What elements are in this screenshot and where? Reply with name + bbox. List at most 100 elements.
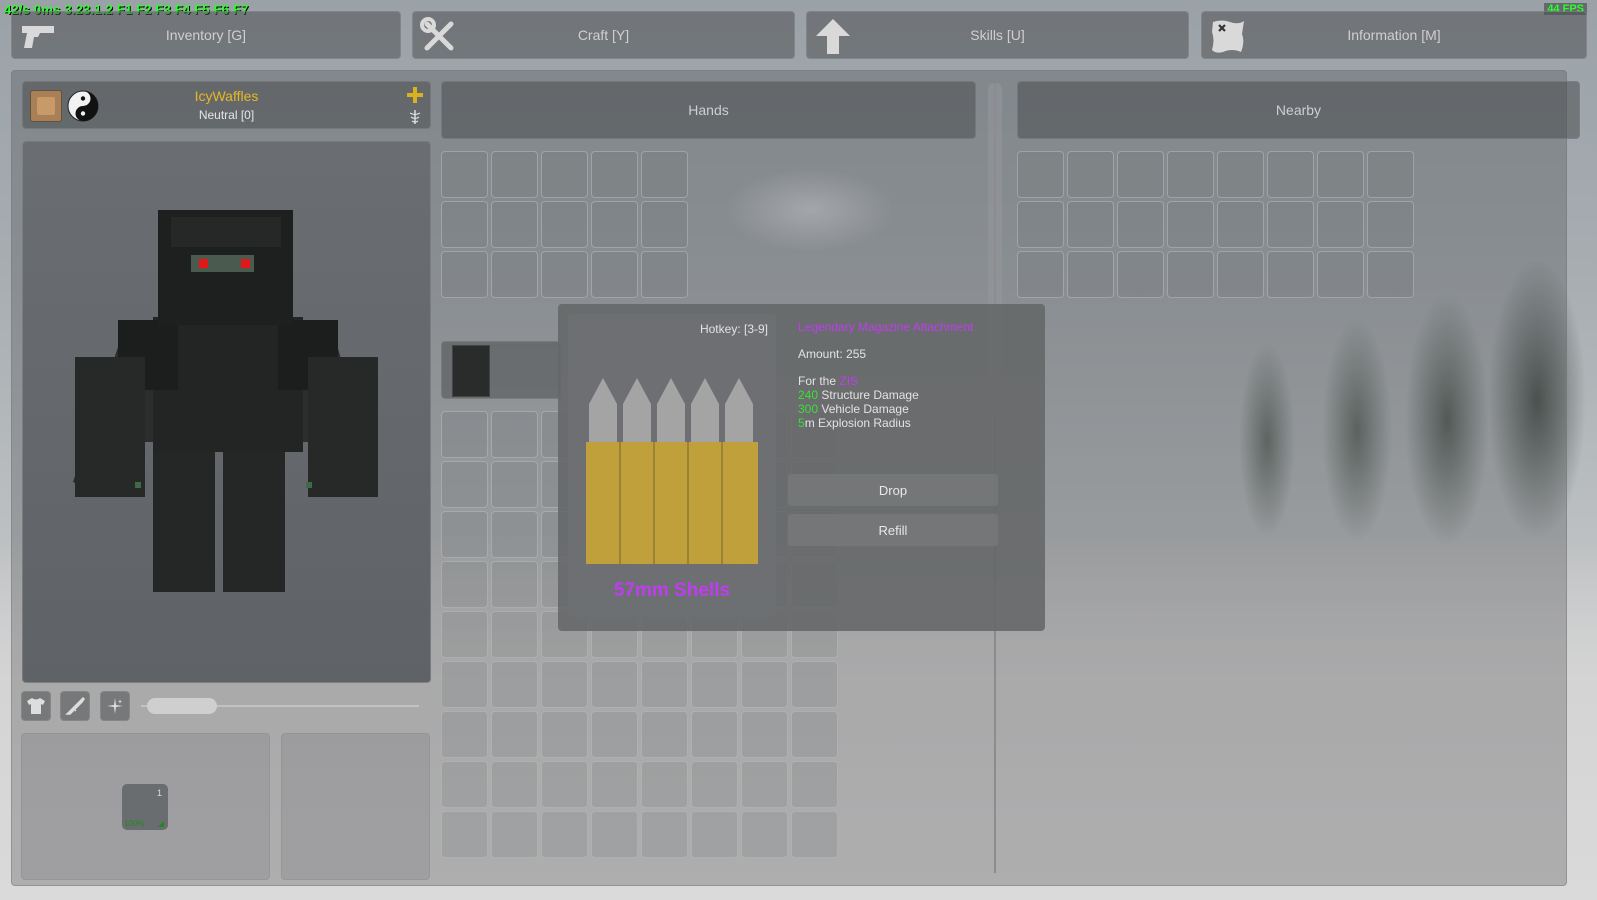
character-preview[interactable] — [22, 141, 431, 683]
backpack-slot[interactable] — [791, 711, 838, 758]
backpack-slot[interactable] — [791, 661, 838, 708]
nearby-slot[interactable] — [1117, 201, 1164, 248]
hands-slot[interactable] — [441, 251, 488, 298]
backpack-slot[interactable] — [591, 711, 638, 758]
hands-slot[interactable] — [591, 151, 638, 198]
hands-slot[interactable] — [541, 151, 588, 198]
skin-view-button[interactable] — [100, 691, 130, 721]
inventory-tab-label: Inventory [G] — [165, 27, 247, 43]
nearby-slot[interactable] — [1367, 151, 1414, 198]
backpack-slot[interactable] — [591, 661, 638, 708]
backpack-slot[interactable] — [691, 711, 738, 758]
shells-icon — [586, 378, 758, 564]
backpack-slot[interactable] — [441, 761, 488, 808]
hands-slot[interactable] — [641, 251, 688, 298]
backpack-slot[interactable] — [491, 761, 538, 808]
clothing-view-button[interactable] — [21, 691, 51, 721]
hands-slot[interactable] — [541, 201, 588, 248]
backpack-slot[interactable] — [441, 711, 488, 758]
inventory-tab-button[interactable]: Inventory [G] — [11, 11, 401, 59]
backpack-slot[interactable] — [441, 811, 488, 858]
nearby-slot[interactable] — [1367, 251, 1414, 298]
information-tab-button[interactable]: Information [M] — [1201, 11, 1587, 59]
backpack-slot[interactable] — [541, 811, 588, 858]
nearby-slot[interactable] — [1117, 251, 1164, 298]
nearby-slot[interactable] — [1167, 151, 1214, 198]
backpack-slot[interactable] — [741, 761, 788, 808]
backpack-slot[interactable] — [541, 711, 588, 758]
backpack-slot[interactable] — [541, 761, 588, 808]
nearby-slot[interactable] — [1217, 201, 1264, 248]
backpack-slot[interactable] — [691, 811, 738, 858]
backpack-slot[interactable] — [641, 711, 688, 758]
zoom-slider-thumb[interactable] — [147, 698, 218, 714]
backpack-slot[interactable] — [641, 811, 688, 858]
nearby-slot[interactable] — [1367, 201, 1414, 248]
equipped-item-slot[interactable]: 1 100% ◢ — [122, 784, 168, 830]
backpack-slot[interactable] — [591, 761, 638, 808]
hands-slot[interactable] — [641, 201, 688, 248]
craft-tab-button[interactable]: Craft [Y] — [412, 11, 795, 59]
backpack-slot[interactable] — [691, 761, 738, 808]
backpack-slot[interactable] — [441, 611, 488, 658]
backpack-slot[interactable] — [691, 661, 738, 708]
nearby-slot[interactable] — [1317, 151, 1364, 198]
hands-slot[interactable] — [491, 201, 538, 248]
nearby-slot[interactable] — [1267, 151, 1314, 198]
backpack-slot[interactable] — [491, 561, 538, 608]
player-header: IcyWaffles Neutral [0] — [22, 81, 431, 129]
backpack-slot[interactable] — [791, 811, 838, 858]
hands-slot[interactable] — [491, 151, 538, 198]
nearby-slot[interactable] — [1167, 251, 1214, 298]
backpack-slot[interactable] — [741, 811, 788, 858]
hands-slot[interactable] — [441, 151, 488, 198]
nearby-slot[interactable] — [1267, 201, 1314, 248]
backpack-slot[interactable] — [441, 511, 488, 558]
nearby-slot[interactable] — [1017, 251, 1064, 298]
backpack-slot[interactable] — [441, 561, 488, 608]
nearby-slot[interactable] — [1217, 151, 1264, 198]
backpack-slot[interactable] — [791, 761, 838, 808]
hands-slot[interactable] — [541, 251, 588, 298]
skills-tab-button[interactable]: Skills [U] — [806, 11, 1189, 59]
nearby-slot[interactable] — [1217, 251, 1264, 298]
plus-icon[interactable] — [406, 86, 424, 104]
refill-button[interactable]: Refill — [788, 514, 998, 546]
nearby-slot[interactable] — [1067, 151, 1114, 198]
backpack-slot[interactable] — [591, 811, 638, 858]
backpack-slot[interactable] — [491, 711, 538, 758]
backpack-slot[interactable] — [541, 661, 588, 708]
nearby-slot[interactable] — [1067, 201, 1114, 248]
backpack-slot[interactable] — [491, 661, 538, 708]
backpack-icon[interactable] — [452, 345, 490, 397]
nearby-slot[interactable] — [1067, 251, 1114, 298]
backpack-slot[interactable] — [491, 511, 538, 558]
backpack-slot[interactable] — [741, 711, 788, 758]
backpack-slot[interactable] — [741, 661, 788, 708]
hands-slot[interactable] — [591, 251, 638, 298]
backpack-slot[interactable] — [491, 411, 538, 458]
nearby-slot[interactable] — [1017, 201, 1064, 248]
backpack-slot[interactable] — [441, 661, 488, 708]
weapon-view-button[interactable] — [60, 691, 90, 721]
drop-button[interactable]: Drop — [788, 474, 998, 506]
hands-slot[interactable] — [641, 151, 688, 198]
backpack-slot[interactable] — [641, 761, 688, 808]
backpack-slot[interactable] — [491, 611, 538, 658]
hands-slot[interactable] — [491, 251, 538, 298]
backpack-slot[interactable] — [641, 661, 688, 708]
backpack-slot[interactable] — [441, 461, 488, 508]
hands-slot[interactable] — [591, 201, 638, 248]
nearby-slot[interactable] — [1117, 151, 1164, 198]
nearby-slot[interactable] — [1167, 201, 1214, 248]
primary-equip-box[interactable]: 1 100% ◢ — [21, 733, 270, 880]
nearby-slot[interactable] — [1317, 251, 1364, 298]
nearby-slot[interactable] — [1267, 251, 1314, 298]
nearby-slot[interactable] — [1017, 151, 1064, 198]
backpack-slot[interactable] — [441, 411, 488, 458]
nearby-slot[interactable] — [1317, 201, 1364, 248]
backpack-slot[interactable] — [491, 811, 538, 858]
secondary-equip-box[interactable] — [281, 733, 430, 880]
hands-slot[interactable] — [441, 201, 488, 248]
backpack-slot[interactable] — [491, 461, 538, 508]
